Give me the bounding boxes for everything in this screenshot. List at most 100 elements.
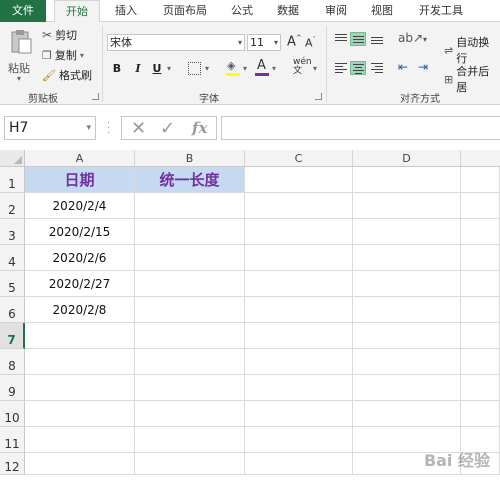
grid-cell[interactable] [245,297,353,323]
grid-cell[interactable] [461,219,500,245]
font-size-select[interactable]: 11 ▾ [247,34,281,51]
fill-color-dropdown-icon[interactable]: ▾ [243,64,247,73]
phonetic-dropdown-icon[interactable]: ▾ [313,64,317,73]
row-header-2[interactable]: 2 [0,193,25,219]
grid-cell[interactable] [25,323,135,349]
column-header-d[interactable]: D [353,150,461,167]
paste-button[interactable]: 粘贴 ▾ [6,28,36,84]
align-left-icon[interactable] [333,61,349,75]
grid-cell[interactable] [461,323,500,349]
grid-cell[interactable] [245,219,353,245]
grid-cell[interactable] [245,453,353,475]
align-bottom-icon[interactable] [369,32,385,46]
format-painter-button[interactable]: 🖌 格式刷 [42,67,92,83]
grid-cell[interactable] [461,245,500,271]
cell-a6[interactable]: 2020/2/8 [25,297,135,323]
insert-function-icon[interactable]: fx [192,119,207,137]
cell-a2[interactable]: 2020/2/4 [25,193,135,219]
grid-cell[interactable] [25,453,135,475]
grid-cell[interactable] [353,401,461,427]
grid-cell[interactable] [461,297,500,323]
align-middle-icon[interactable] [350,32,366,46]
cancel-icon[interactable]: ✕ [131,118,146,139]
fill-color-icon[interactable]: ◈ [226,59,240,77]
border-dropdown-icon[interactable]: ▾ [205,64,209,73]
tab-review[interactable]: 审阅 [318,0,354,22]
font-color-icon[interactable]: A [255,58,269,76]
grid-cell[interactable] [353,323,461,349]
phonetic-icon[interactable]: wén 文 [293,58,312,76]
row-header-3[interactable]: 3 [0,219,25,245]
cell-a1[interactable]: 日期 [25,167,135,193]
grid-cell[interactable] [135,245,245,271]
row-header-10[interactable]: 10 [0,401,25,427]
grid-cell[interactable] [135,375,245,401]
tab-home[interactable]: 开始 [54,0,100,23]
copy-button[interactable]: ❐ 复制 ▾ [42,47,84,63]
grid-cell[interactable] [245,245,353,271]
row-header-8[interactable]: 8 [0,349,25,375]
underline-dropdown-icon[interactable]: ▾ [167,64,171,73]
grid-cell[interactable] [353,245,461,271]
grid-cell[interactable] [245,349,353,375]
decrease-indent-icon[interactable]: ⇤ [398,60,408,74]
bold-button[interactable]: B [110,61,124,77]
grid-cell[interactable] [461,193,500,219]
grid-cell[interactable] [135,427,245,453]
grid-cell[interactable] [245,427,353,453]
grid-cell[interactable] [135,271,245,297]
row-header-4[interactable]: 4 [0,245,25,271]
grid-cell[interactable] [25,375,135,401]
grid-cell[interactable] [135,297,245,323]
clipboard-launcher-icon[interactable] [92,93,99,100]
merge-center-button[interactable]: ⊞ 合并后居 [444,63,500,95]
font-name-select[interactable]: 宋体 ▾ [107,34,245,51]
grid-cell[interactable] [25,427,135,453]
cell-a3[interactable]: 2020/2/15 [25,219,135,245]
grid-cell[interactable] [353,271,461,297]
font-launcher-icon[interactable] [315,93,322,100]
increase-font-size-icon[interactable]: A^ [287,34,302,49]
align-right-icon[interactable] [369,61,385,75]
grid-cell[interactable] [461,401,500,427]
tab-file[interactable]: 文件 [0,0,46,22]
grid-cell[interactable] [353,219,461,245]
formula-input[interactable] [221,116,500,140]
enter-icon[interactable]: ✓ [160,118,175,139]
grid-cell[interactable] [135,349,245,375]
grid-cell[interactable] [245,323,353,349]
tab-view[interactable]: 视图 [364,0,400,22]
grid-cell[interactable] [245,167,353,193]
grid-cell[interactable] [135,323,245,349]
cell-a5[interactable]: 2020/2/27 [25,271,135,297]
grid-cell[interactable] [353,193,461,219]
cut-button[interactable]: ✂ 剪切 [42,27,77,43]
tab-page-layout[interactable]: 页面布局 [154,0,216,22]
grid-cell[interactable] [245,271,353,297]
grid-cell[interactable] [353,167,461,193]
tab-developer[interactable]: 开发工具 [410,0,472,22]
grid-cell[interactable] [135,193,245,219]
border-icon[interactable] [188,62,201,75]
decrease-font-size-icon[interactable]: Aˇ [305,36,316,50]
align-center-icon[interactable] [350,61,366,75]
align-top-icon[interactable] [333,32,349,46]
grid-cell[interactable] [25,401,135,427]
grid-cell[interactable] [25,349,135,375]
tab-insert[interactable]: 插入 [108,0,144,22]
wrap-text-button[interactable]: ⇌ 自动换行 [444,34,500,66]
grid-cell[interactable] [135,401,245,427]
row-header-7[interactable]: 7 [0,323,25,349]
grid-cell[interactable] [245,401,353,427]
row-header-9[interactable]: 9 [0,375,25,401]
grid-cell[interactable] [461,167,500,193]
grid-cell[interactable] [245,193,353,219]
row-header-12[interactable]: 12 [0,453,25,475]
column-header-a[interactable]: A [25,150,135,167]
grid-cell[interactable] [135,219,245,245]
grid-cell[interactable] [353,375,461,401]
font-color-dropdown-icon[interactable]: ▾ [272,64,276,73]
grid-cell[interactable] [461,271,500,297]
grid-cell[interactable] [245,375,353,401]
orientation-icon[interactable]: ab↗▾ [398,31,427,45]
